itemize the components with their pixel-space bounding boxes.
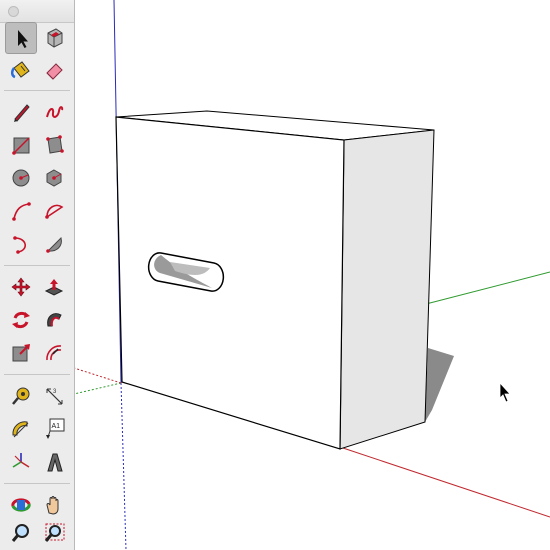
offset-tool-icon[interactable] — [38, 337, 70, 369]
3d-text-tool-icon[interactable] — [38, 446, 70, 478]
pan-tool-icon[interactable] — [38, 489, 70, 521]
arc-tool-icon[interactable] — [5, 195, 37, 227]
scale-tool-icon[interactable] — [5, 337, 37, 369]
pie-tool-icon[interactable] — [38, 228, 70, 260]
move-tool-icon[interactable] — [5, 271, 37, 303]
box-side-face[interactable] — [339, 129, 435, 450]
svg-text:3: 3 — [53, 389, 57, 395]
palette-separator — [4, 265, 70, 266]
zoom-tool-icon[interactable] — [5, 518, 37, 550]
green-axis-negative — [73, 382, 122, 395]
rotated-rectangle-tool-icon[interactable] — [38, 129, 70, 161]
blue-axis-negative — [120, 382, 127, 550]
two-point-arc-tool-icon[interactable] — [38, 195, 70, 227]
push-pull-tool-icon[interactable] — [38, 271, 70, 303]
rotate-tool-icon[interactable] — [5, 304, 37, 336]
rectangle-tool-icon[interactable] — [5, 129, 37, 161]
pencil-line-tool-icon[interactable] — [5, 96, 37, 128]
paint-bucket-tool-icon[interactable] — [5, 54, 37, 86]
tape-measure-tool-icon[interactable] — [5, 380, 37, 412]
palette-separator — [4, 483, 70, 484]
select-tool-icon[interactable] — [5, 22, 37, 54]
palette-titlebar[interactable] — [0, 0, 74, 23]
circle-tool-icon[interactable] — [5, 162, 37, 194]
text-tool-icon[interactable]: A1 — [38, 413, 70, 445]
svg-text:A1: A1 — [52, 423, 61, 430]
red-axis — [339, 446, 550, 518]
dimension-tool-icon[interactable]: 3 — [38, 380, 70, 412]
palette-separator — [4, 90, 70, 91]
box-shadow — [425, 348, 454, 422]
palette-separator — [4, 374, 70, 375]
zoom-window-tool-icon[interactable] — [38, 518, 70, 550]
polygon-tool-icon[interactable] — [38, 162, 70, 194]
component-tool-icon[interactable] — [38, 22, 70, 54]
red-axis-negative — [73, 367, 122, 384]
eraser-tool-icon[interactable] — [38, 54, 70, 86]
mouse-cursor-icon — [499, 381, 511, 403]
freehand-tool-icon[interactable] — [38, 96, 70, 128]
green-axis — [425, 271, 550, 305]
tool-palette: 3 A1 — [0, 0, 75, 550]
protractor-tool-icon[interactable] — [5, 413, 37, 445]
box-front-face[interactable] — [115, 116, 345, 450]
follow-me-tool-icon[interactable] — [38, 304, 70, 336]
close-button[interactable] — [8, 6, 19, 17]
axes-tool-icon[interactable] — [5, 446, 37, 478]
orbit-tool-icon[interactable] — [5, 489, 37, 521]
three-point-arc-tool-icon[interactable] — [5, 228, 37, 260]
modeling-viewport[interactable] — [0, 0, 550, 550]
